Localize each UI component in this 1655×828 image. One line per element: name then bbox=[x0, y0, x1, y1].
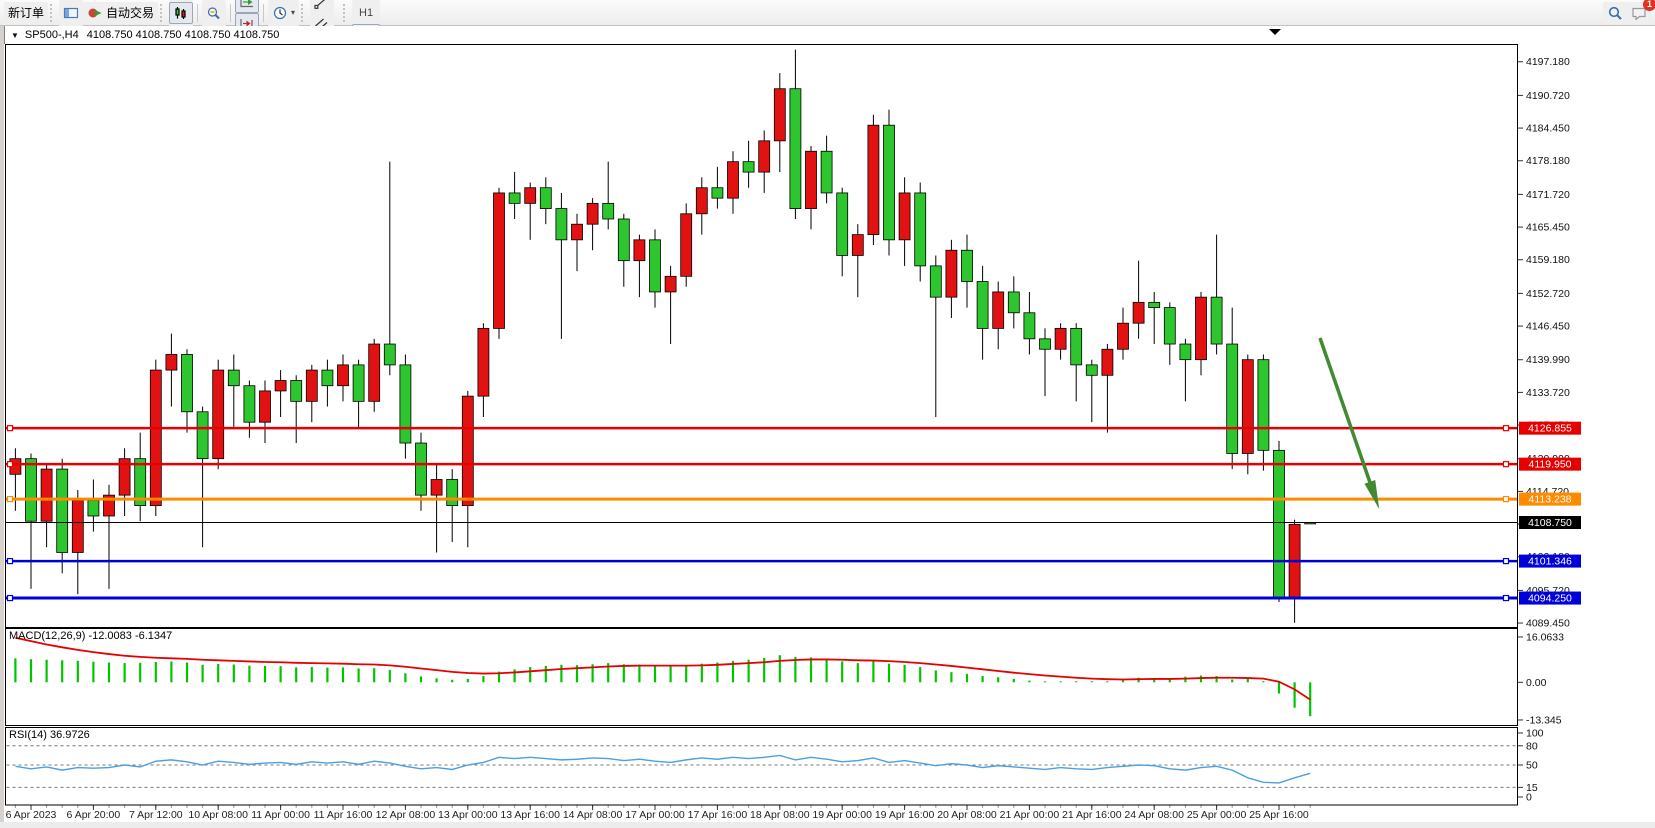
hline-handle[interactable] bbox=[8, 426, 13, 431]
time-tick-label: 25 Apr 16:00 bbox=[1249, 809, 1309, 821]
time-tick-label: 19 Apr 00:00 bbox=[812, 809, 872, 821]
price-badge-label: 4119.950 bbox=[1528, 459, 1571, 471]
candle bbox=[884, 110, 895, 256]
price-badge-label: 4126.855 bbox=[1528, 423, 1572, 435]
rsi-indicator-label: RSI(14) 36.9726 bbox=[9, 729, 90, 741]
time-tick-label: 6 Apr 20:00 bbox=[67, 809, 121, 821]
price-tick-label: 4178.180 bbox=[1526, 155, 1570, 167]
price-tick-label: 4165.450 bbox=[1526, 222, 1570, 234]
candle bbox=[369, 339, 380, 412]
rsi-scale-label: 0 bbox=[1526, 792, 1532, 804]
hline-handle[interactable] bbox=[1504, 462, 1509, 467]
hline-handle[interactable] bbox=[8, 559, 13, 564]
price-badge-label: 4101.346 bbox=[1528, 556, 1572, 568]
time-tick-label: 6 Apr 2023 bbox=[6, 809, 57, 821]
time-tick-label: 21 Apr 00:00 bbox=[1000, 809, 1060, 821]
price-badge-label: 4108.750 bbox=[1528, 517, 1572, 529]
macd-scale-label: 0.00 bbox=[1526, 677, 1547, 689]
time-tick-label: 12 Apr 08:00 bbox=[376, 809, 436, 821]
time-tick-label: 17 Apr 00:00 bbox=[625, 809, 685, 821]
price-tick-label: 4139.990 bbox=[1526, 354, 1570, 366]
price-badge-label: 4113.238 bbox=[1528, 494, 1571, 506]
candle bbox=[681, 203, 692, 286]
price-badge-label: 4094.250 bbox=[1528, 593, 1572, 605]
macd-indicator-label: MACD(12,26,9) -12.0083 -6.1347 bbox=[9, 630, 172, 642]
time-tick-label: 24 Apr 08:00 bbox=[1124, 809, 1184, 821]
macd-scale-label: -13.345 bbox=[1526, 714, 1562, 726]
hline-handle[interactable] bbox=[1504, 559, 1509, 564]
window-bottom-edge bbox=[0, 822, 1655, 828]
hline-handle[interactable] bbox=[1504, 596, 1509, 601]
price-tick-label: 4089.450 bbox=[1526, 618, 1570, 630]
time-tick-label: 10 Apr 08:00 bbox=[188, 809, 248, 821]
candle bbox=[213, 360, 224, 469]
price-tick-label: 4159.180 bbox=[1526, 254, 1570, 266]
hline-handle[interactable] bbox=[8, 497, 13, 502]
price-chart[interactable]: 4197.180 4190.720 4184.450 4178.180 4171.720… bbox=[0, 0, 1655, 828]
time-tick-label: 20 Apr 08:00 bbox=[937, 809, 997, 821]
rsi-scale-label: 50 bbox=[1526, 760, 1538, 772]
time-tick-label: 18 Apr 08:00 bbox=[750, 809, 810, 821]
price-tick-label: 4197.180 bbox=[1526, 56, 1570, 68]
time-tick-label: 13 Apr 16:00 bbox=[500, 809, 560, 821]
time-tick-label: 25 Apr 00:00 bbox=[1187, 809, 1247, 821]
time-tick-label: 14 Apr 08:00 bbox=[563, 809, 623, 821]
price-tick-label: 4171.720 bbox=[1526, 189, 1570, 201]
rsi-scale-label: 80 bbox=[1526, 740, 1538, 752]
price-tick-label: 4184.450 bbox=[1526, 123, 1570, 135]
candle bbox=[150, 360, 161, 516]
candle bbox=[400, 354, 411, 458]
time-tick-label: 11 Apr 16:00 bbox=[314, 809, 373, 821]
rsi-scale-label: 100 bbox=[1526, 728, 1544, 740]
price-tick-label: 4152.720 bbox=[1526, 288, 1570, 300]
candle bbox=[494, 188, 505, 339]
price-tick-label: 4133.720 bbox=[1526, 387, 1570, 399]
price-tick-label: 4146.450 bbox=[1526, 321, 1570, 333]
time-tick-label: 17 Apr 16:00 bbox=[688, 809, 748, 821]
macd-scale-label: 16.0633 bbox=[1526, 631, 1564, 643]
hline-handle[interactable] bbox=[8, 462, 13, 467]
hline-handle[interactable] bbox=[1504, 426, 1509, 431]
series-end-marker-icon bbox=[1269, 29, 1281, 35]
time-tick-label: 19 Apr 16:00 bbox=[875, 809, 935, 821]
candle bbox=[868, 115, 879, 245]
time-tick-label: 7 Apr 12:00 bbox=[129, 809, 183, 821]
time-tick-label: 21 Apr 16:00 bbox=[1062, 809, 1122, 821]
hline-handle[interactable] bbox=[8, 596, 13, 601]
price-tick-label: 4190.720 bbox=[1526, 90, 1570, 102]
time-tick-label: 11 Apr 00:00 bbox=[251, 809, 310, 821]
time-tick-label: 13 Apr 00:00 bbox=[438, 809, 498, 821]
hline-handle[interactable] bbox=[1504, 497, 1509, 502]
